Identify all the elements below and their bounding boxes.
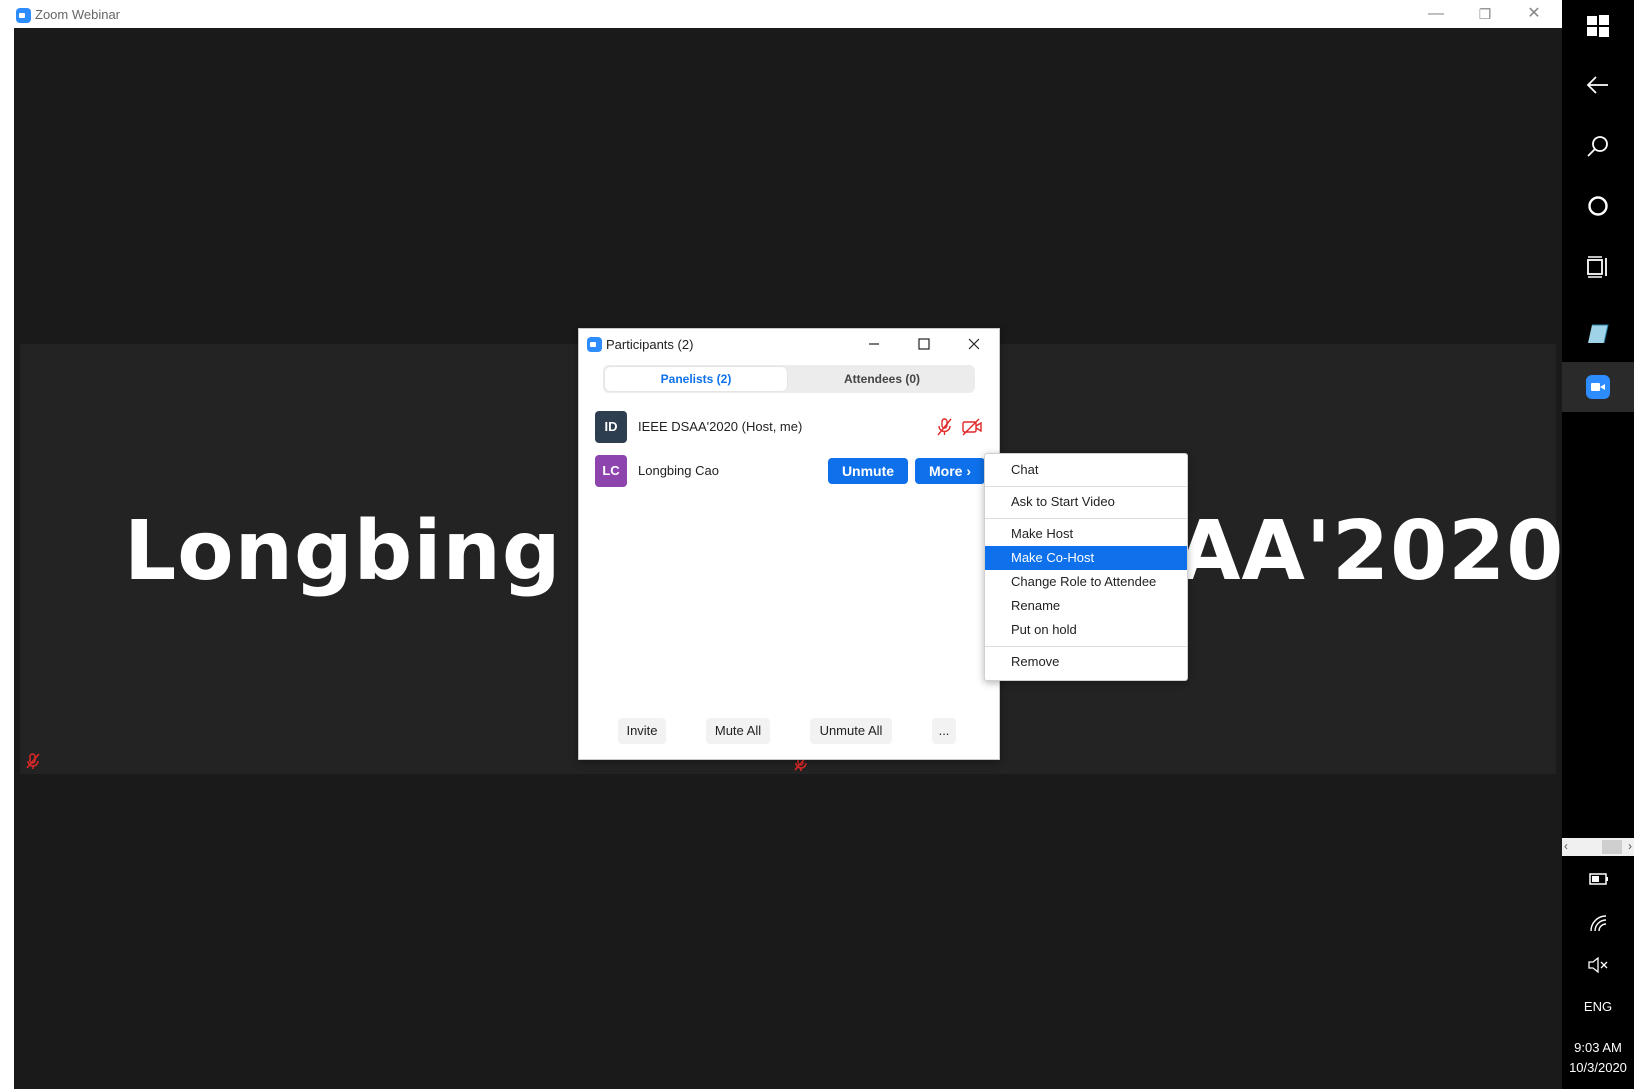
restore-button[interactable]: ❐ xyxy=(1461,0,1509,28)
menu-item-remove[interactable]: Remove xyxy=(985,650,1187,674)
menu-item-make-host[interactable]: Make Host xyxy=(985,522,1187,546)
zoom-logo-icon xyxy=(16,8,31,23)
taskbar-scrollbar[interactable]: ‹ › xyxy=(1562,838,1634,856)
search-icon[interactable] xyxy=(1562,124,1634,168)
app-icon[interactable] xyxy=(1562,312,1634,356)
participants-title: Participants (2) xyxy=(606,337,694,352)
participant-row[interactable]: LC Longbing Cao Unmute More › xyxy=(595,453,987,489)
menu-item-ask-start-video[interactable]: Ask to Start Video xyxy=(985,490,1187,514)
more-button[interactable]: More › xyxy=(915,458,985,484)
task-view-icon[interactable] xyxy=(1562,245,1634,289)
mic-muted-icon xyxy=(26,753,40,769)
window-title: Zoom Webinar xyxy=(35,7,121,22)
close-button[interactable]: ✕ xyxy=(1510,0,1558,28)
dialog-maximize-button[interactable] xyxy=(912,332,936,356)
video-off-icon[interactable] xyxy=(961,418,983,436)
windows-start-icon[interactable] xyxy=(1562,4,1634,48)
tab-panelists[interactable]: Panelists (2) xyxy=(605,367,787,391)
dialog-close-button[interactable] xyxy=(962,332,986,356)
menu-item-rename[interactable]: Rename xyxy=(985,594,1187,618)
menu-item-chat[interactable]: Chat xyxy=(985,458,1187,482)
windows-taskbar: ENG 9:03 AM 10/3/2020 xyxy=(1562,0,1634,1089)
clock-date[interactable]: 10/3/2020 xyxy=(1562,1060,1634,1075)
menu-item-put-on-hold[interactable]: Put on hold xyxy=(985,618,1187,642)
menu-divider xyxy=(985,518,1187,519)
scroll-right-icon[interactable]: › xyxy=(1628,839,1632,853)
zoom-taskbar-icon[interactable] xyxy=(1562,362,1634,412)
wifi-icon[interactable] xyxy=(1562,901,1634,945)
more-options-button[interactable]: ... xyxy=(932,718,956,744)
participant-tabs: Panelists (2) Attendees (0) xyxy=(603,365,975,393)
participant-context-menu: Chat Ask to Start Video Make Host Make C… xyxy=(984,453,1188,681)
dialog-minimize-button[interactable] xyxy=(862,332,886,356)
battery-icon[interactable] xyxy=(1562,857,1634,901)
video-name-right: AA'2020 xyxy=(1177,504,1565,599)
participant-name: Longbing Cao xyxy=(638,463,719,478)
invite-button[interactable]: Invite xyxy=(618,718,666,744)
participant-row[interactable]: ID IEEE DSAA'2020 (Host, me) xyxy=(595,409,987,445)
menu-divider xyxy=(985,486,1187,487)
clock-time[interactable]: 9:03 AM xyxy=(1562,1040,1634,1055)
mic-muted-icon[interactable] xyxy=(935,418,953,436)
volume-muted-icon[interactable] xyxy=(1562,943,1634,987)
tab-attendees[interactable]: Attendees (0) xyxy=(791,367,973,391)
zoom-logo-icon xyxy=(587,337,602,352)
avatar: LC xyxy=(595,455,627,487)
window-titlebar: Zoom Webinar — ❐ ✕ xyxy=(0,0,1562,28)
scroll-thumb[interactable] xyxy=(1602,840,1622,854)
unmute-all-button[interactable]: Unmute All xyxy=(810,718,892,744)
cortana-icon[interactable] xyxy=(1562,184,1634,228)
scroll-left-icon[interactable]: ‹ xyxy=(1564,839,1568,853)
mute-all-button[interactable]: Mute All xyxy=(706,718,770,744)
video-name-left: Longbing C xyxy=(124,504,653,599)
participants-dialog: Participants (2) Panelists (2) Attendees… xyxy=(578,328,1000,760)
minimize-button[interactable]: — xyxy=(1412,0,1460,28)
menu-divider xyxy=(985,646,1187,647)
language-indicator[interactable]: ENG xyxy=(1562,999,1634,1014)
avatar: ID xyxy=(595,411,627,443)
unmute-button[interactable]: Unmute xyxy=(828,458,908,484)
menu-item-change-role[interactable]: Change Role to Attendee xyxy=(985,570,1187,594)
menu-item-make-cohost[interactable]: Make Co-Host xyxy=(985,546,1187,570)
back-arrow-icon[interactable] xyxy=(1562,63,1634,107)
participant-name: IEEE DSAA'2020 (Host, me) xyxy=(638,419,803,434)
